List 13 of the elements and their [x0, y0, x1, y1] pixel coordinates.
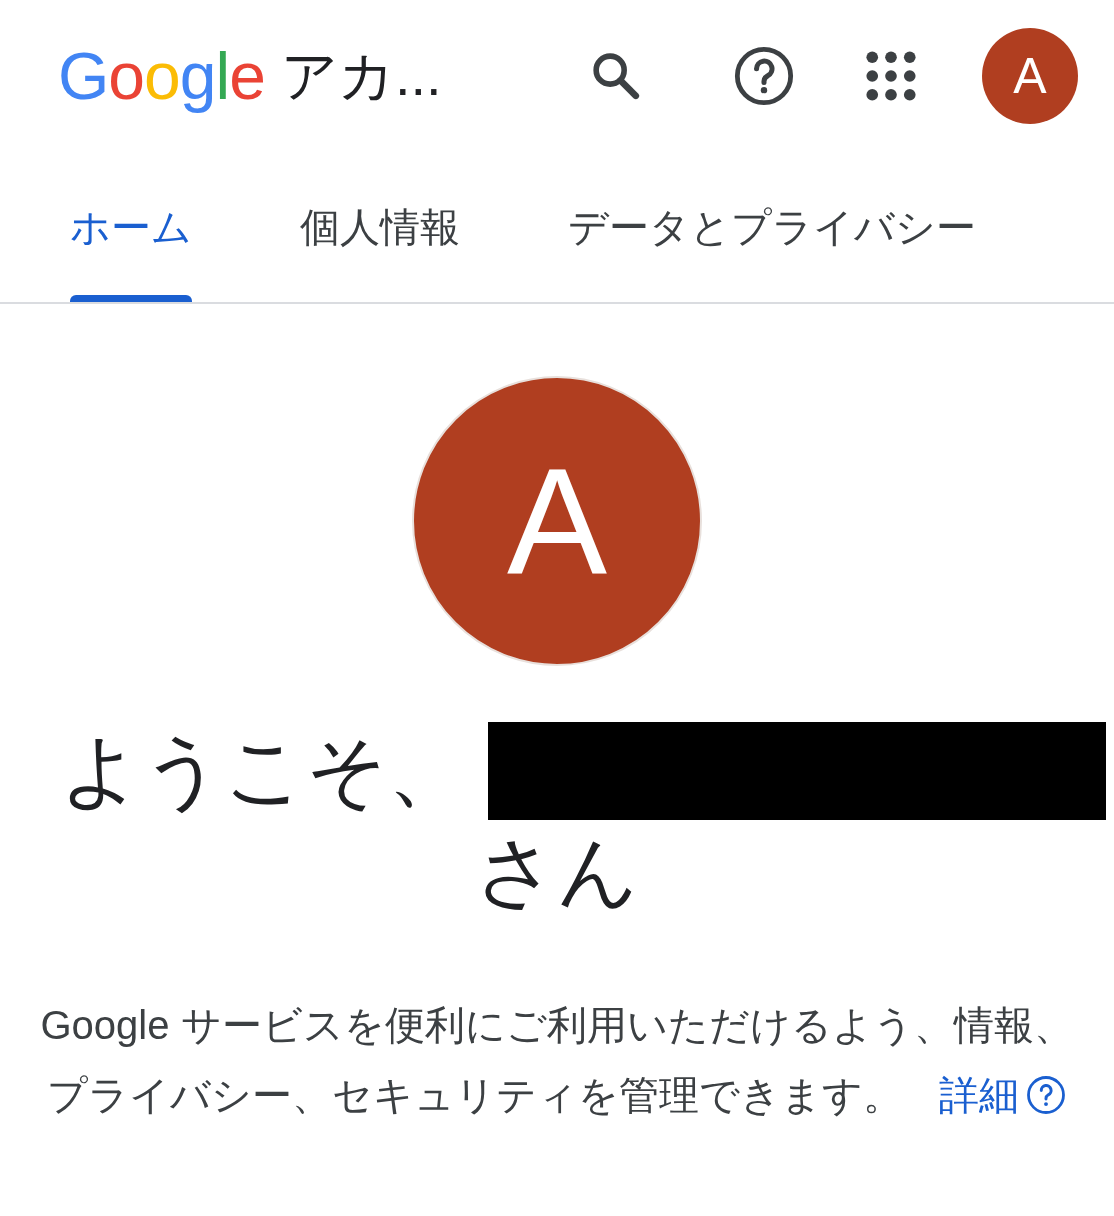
nav-tab[interactable]: データとプライバシー	[568, 152, 976, 302]
account-avatar[interactable]: A	[982, 28, 1078, 124]
help-icon[interactable]	[732, 44, 796, 108]
welcome-heading: さん	[475, 832, 639, 912]
profile-avatar[interactable]: A	[412, 376, 702, 666]
help-icon[interactable]	[1025, 1074, 1067, 1116]
details-link[interactable]: 詳細	[939, 1060, 1067, 1130]
apps-grid-icon[interactable]	[866, 51, 916, 101]
nav-tab[interactable]: 個人情報	[300, 152, 460, 302]
nav-tab[interactable]: ホーム	[70, 152, 192, 302]
description-text: Google サービスを便利にご利用いただけるよう、情報、プライバシー、セキュリティを管理できます。 詳細	[32, 990, 1082, 1130]
app-title: アカ...	[280, 43, 442, 109]
welcome-heading: ようこそ、	[60, 731, 468, 811]
